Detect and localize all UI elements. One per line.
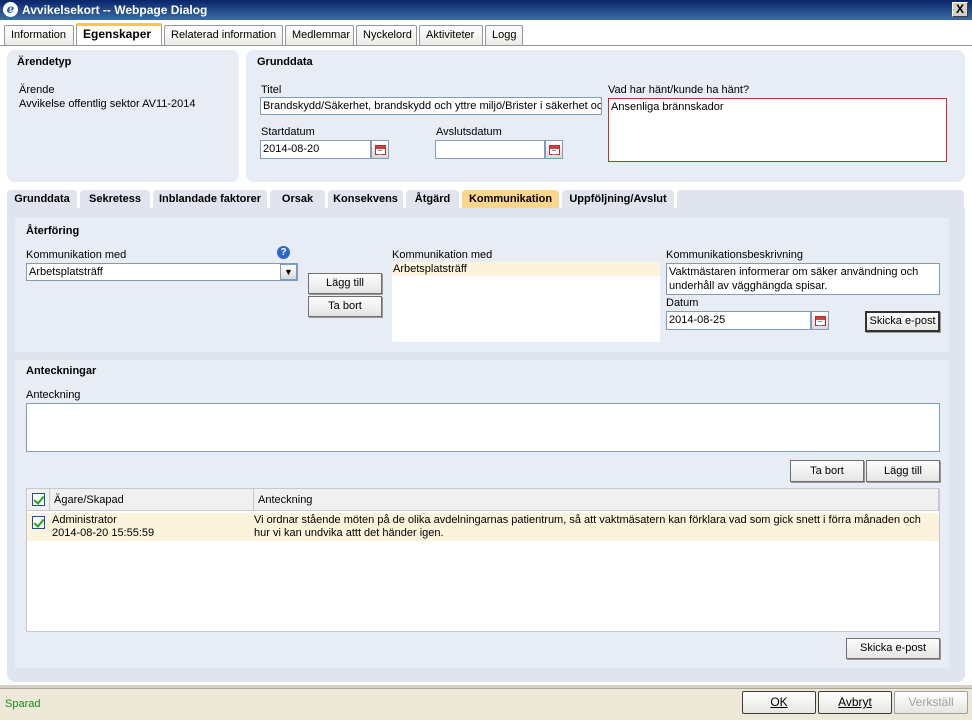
row-checkbox[interactable] [32, 516, 45, 529]
chevron-down-icon[interactable]: ▼ [280, 264, 297, 280]
calendar-icon [374, 144, 386, 155]
datum-input[interactable]: 2014-08-25 [666, 311, 811, 330]
arende-value: Avvikelse offentlig sektor AV11-2014 [19, 98, 196, 110]
verkstall-button[interactable]: Verkställ [894, 691, 968, 714]
grunddata-title: Grunddata [257, 56, 313, 68]
komm-list[interactable]: Arbetsplatsträff [392, 262, 660, 342]
vad-textarea[interactable]: Ansenliga brännskador [608, 98, 947, 162]
subtab-konsekvens[interactable]: Konsekvens [328, 190, 403, 208]
row-owner: Administrator [52, 514, 117, 526]
subtab-kommunikation[interactable]: Kommunikation [462, 190, 559, 208]
startdatum-calendar-button[interactable] [371, 140, 389, 159]
tab-logg[interactable]: Logg [485, 25, 523, 45]
notes-grid: Ägare/Skapad Anteckning Administrator 20… [26, 488, 940, 632]
vad-label: Vad har hänt/kunde ha hänt? [608, 84, 750, 96]
row-note: Vi ordnar stående möten på de olika avde… [254, 514, 921, 539]
anteckning-label: Anteckning [26, 389, 81, 401]
avslutsdatum-input[interactable] [435, 140, 545, 159]
startdatum-input[interactable]: 2014-08-20 [260, 140, 371, 159]
help-icon[interactable]: ? [277, 246, 290, 259]
col-header-note[interactable]: Anteckning [254, 489, 939, 511]
sub-tab-strip: Grunddata Sekretess Inblandade faktorer … [0, 190, 972, 208]
list-item[interactable]: Arbetsplatsträff [392, 262, 660, 276]
window-title-bar: e Avvikelsekort -- Webpage Dialog X [0, 0, 972, 20]
calendar-icon [814, 315, 826, 326]
col-header-owner[interactable]: Ägare/Skapad [50, 489, 254, 511]
startdatum-label: Startdatum [261, 126, 315, 138]
tab-medlemmar[interactable]: Medlemmar [285, 25, 354, 45]
tab-aktiviteter[interactable]: Aktiviteter [419, 25, 483, 45]
avslutsdatum-calendar-button[interactable] [545, 140, 563, 159]
beskrivning-label: Kommunikationsbeskrivning [666, 249, 803, 261]
anteckningar-email-button[interactable]: Skicka e-post [846, 638, 940, 659]
row-owner-cell: Administrator 2014-08-20 15:55:59 [52, 514, 154, 540]
ta-bort-button[interactable]: Ta bort [308, 296, 382, 317]
anteckning-textarea[interactable] [26, 403, 940, 452]
beskrivning-textarea[interactable]: Vaktmästaren informerar om säker användn… [666, 263, 940, 295]
close-button[interactable]: X [952, 2, 968, 17]
subtab-sekretess[interactable]: Sekretess [80, 190, 150, 208]
anteckning-lagg-till-button[interactable]: Lägg till [866, 460, 940, 482]
tab-nyckelord[interactable]: Nyckelord [356, 25, 417, 45]
subtab-inblandade-faktorer[interactable]: Inblandade faktorer [153, 190, 267, 208]
anteckning-ta-bort-button[interactable]: Ta bort [790, 460, 864, 482]
main-tab-strip: Information Egenskaper Relaterad informa… [0, 20, 972, 46]
arende-label: Ärende [19, 84, 55, 96]
tab-relaterad-information[interactable]: Relaterad information [164, 25, 283, 45]
lagg-till-button[interactable]: Lägg till [308, 273, 382, 294]
arendetyp-panel [7, 50, 239, 182]
subtab-atgard[interactable]: Åtgärd [406, 190, 459, 208]
subtab-grunddata[interactable]: Grunddata [7, 190, 77, 208]
titel-label: Titel [261, 84, 282, 96]
avbryt-button[interactable]: Avbryt [818, 691, 892, 714]
select-all-cell [27, 489, 50, 511]
window-title: Avvikelsekort -- Webpage Dialog [22, 3, 208, 17]
subtab-filler [677, 190, 964, 208]
komm-med-label: Kommunikation med [26, 249, 127, 261]
select-all-checkbox[interactable] [32, 493, 45, 506]
datum-label: Datum [666, 297, 699, 309]
row-checkbox-cell [32, 516, 45, 529]
row-created: 2014-08-20 15:55:59 [52, 527, 155, 539]
ie-icon: e [3, 2, 18, 17]
grid-header: Ägare/Skapad Anteckning [27, 489, 939, 511]
tab-egenskaper[interactable]: Egenskaper [76, 23, 162, 46]
tab-information[interactable]: Information [4, 25, 74, 45]
status-text: Sparad [5, 698, 41, 710]
arendetyp-title: Ärendetyp [17, 56, 72, 68]
avslutsdatum-label: Avslutsdatum [436, 126, 502, 138]
calendar-icon [548, 144, 560, 155]
ok-button[interactable]: OK [742, 691, 816, 714]
anteckningar-title: Anteckningar [26, 365, 97, 377]
aterforing-email-button[interactable]: Skicka e-post [865, 311, 940, 332]
aterforing-title: Återföring [26, 225, 80, 237]
table-row[interactable]: Administrator 2014-08-20 15:55:59 Vi ord… [27, 513, 939, 541]
komm-med-selected: Arbetsplatsträff [29, 266, 103, 278]
komm-list-label: Kommunikation med [392, 249, 493, 261]
subtab-uppfoljning-avslut[interactable]: Uppföljning/Avslut [562, 190, 674, 208]
datum-calendar-button[interactable] [811, 311, 829, 330]
komm-med-select[interactable]: Arbetsplatsträff [26, 263, 298, 281]
subtab-orsak[interactable]: Orsak [270, 190, 325, 208]
titel-input[interactable]: Brandskydd/Säkerhet, brandskydd och yttr… [260, 97, 602, 115]
